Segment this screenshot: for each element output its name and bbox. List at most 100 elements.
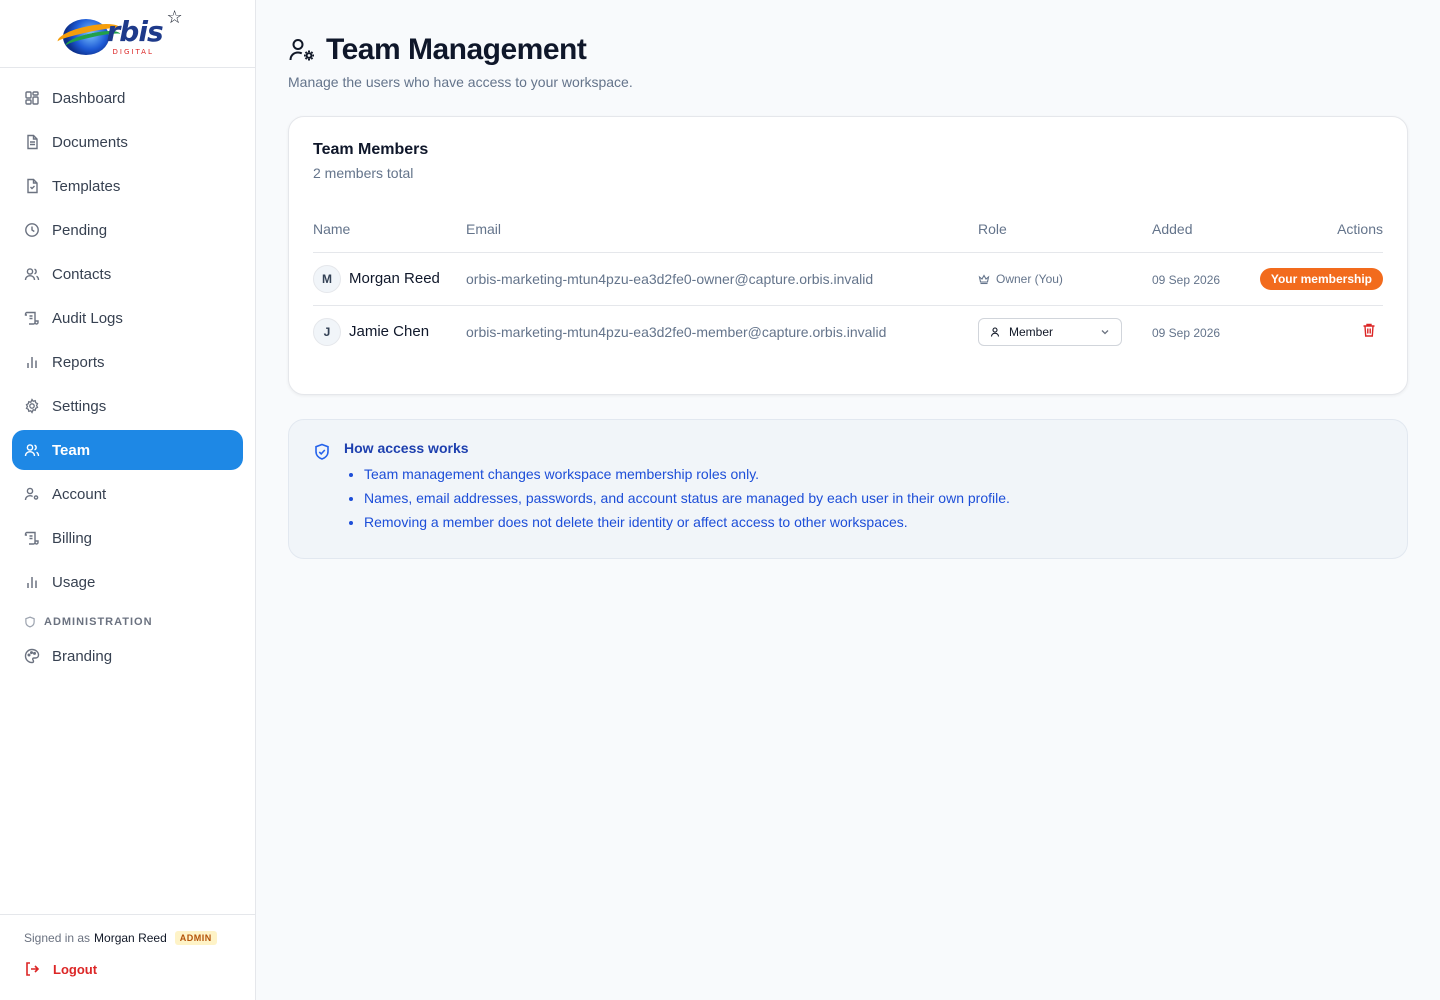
sidebar-item-label: Account <box>52 485 107 503</box>
logout-button[interactable]: Logout <box>24 961 231 977</box>
avatar: J <box>313 317 341 346</box>
signed-in-info: Signed in as Morgan Reed ADMIN <box>24 931 231 945</box>
sidebar-item-branding[interactable]: Branding <box>12 636 243 676</box>
card-title: Team Members <box>313 141 429 158</box>
sidebar-item-account[interactable]: Account <box>12 474 243 514</box>
member-name-cell: M Morgan Reed <box>313 264 466 293</box>
sidebar-item-usage[interactable]: Usage <box>12 562 243 602</box>
contacts-icon <box>24 266 40 282</box>
member-name-cell: J Jamie Chen <box>313 317 466 346</box>
sidebar-item-label: Contacts <box>52 265 112 283</box>
sidebar-item-pending[interactable]: Pending <box>12 210 243 250</box>
member-name: Morgan Reed <box>349 270 440 287</box>
scroll-icon <box>24 310 40 326</box>
orbis-logo[interactable]: rbis DIGITAL ☆ <box>55 7 193 57</box>
owner-role: Owner (You) <box>978 272 1152 286</box>
signed-in-prefix: Signed in as <box>24 931 91 945</box>
page-subtitle: Manage the users who have access to your… <box>288 74 633 90</box>
admin-section-label: ADMINISTRATION <box>44 616 153 628</box>
sidebar-item-contacts[interactable]: Contacts <box>12 254 243 294</box>
team-members-card: Team Members 2 members total Name Email … <box>288 116 1408 395</box>
main-content: Team Management Manage the users who hav… <box>288 32 1408 559</box>
sidebar-item-label: Billing <box>52 529 93 547</box>
signed-in-user: Morgan Reed <box>94 931 167 945</box>
palette-icon <box>24 648 40 664</box>
member-name: Jamie Chen <box>349 323 430 341</box>
sidebar-item-label: Branding <box>52 647 113 665</box>
sidebar-item-templates[interactable]: Templates <box>12 166 243 206</box>
member-email: orbis-marketing-mtun4pzu-ea3d2fe0-owner@… <box>466 270 874 287</box>
sidebar-item-label: Dashboard <box>52 89 126 107</box>
bar-chart-icon <box>24 574 40 590</box>
shield-icon <box>24 616 36 628</box>
avatar: M <box>313 264 341 293</box>
chevron-down-icon <box>1099 326 1111 338</box>
sidebar-item-label: Reports <box>52 353 105 371</box>
info-body: How access works Team management changes… <box>344 440 1010 534</box>
sidebar-item-label: Audit Logs <box>52 309 123 327</box>
member-added-date: 09 Sep 2026 <box>1152 325 1221 340</box>
trash-icon[interactable] <box>1361 322 1377 338</box>
brand-sub: DIGITAL <box>112 47 154 56</box>
page-header: Team Management <box>288 32 1408 68</box>
sidebar-item-reports[interactable]: Reports <box>12 342 243 382</box>
sidebar-item-team[interactable]: Team <box>12 430 243 470</box>
admin-section-header: ADMINISTRATION <box>12 616 243 628</box>
template-icon <box>24 178 40 194</box>
star-icon: ☆ <box>166 6 183 27</box>
page-title: Team Management <box>326 33 587 66</box>
sidebar-item-label: Team <box>52 441 91 459</box>
scroll-icon <box>24 530 40 546</box>
member-email: orbis-marketing-mtun4pzu-ea3d2fe0-member… <box>466 323 887 340</box>
column-header-name: Name <box>313 209 466 253</box>
logout-icon <box>24 961 40 977</box>
sidebar: rbis DIGITAL ☆ Dashboard Documents Templ… <box>0 0 256 1000</box>
document-icon <box>24 134 40 150</box>
column-header-actions: Actions <box>1252 209 1383 253</box>
column-header-email: Email <box>466 209 978 253</box>
sidebar-item-audit-logs[interactable]: Audit Logs <box>12 298 243 338</box>
list-item: Removing a member does not delete their … <box>364 510 1010 534</box>
shield-check-icon <box>313 443 331 461</box>
sidebar-item-label: Documents <box>52 133 128 151</box>
members-table: Name Email Role Added Actions M Morgan R… <box>313 209 1383 358</box>
sidebar-item-settings[interactable]: Settings <box>12 386 243 426</box>
user-gear-icon <box>288 36 316 64</box>
table-row: J Jamie Chen orbis-marketing-mtun4pzu-ea… <box>313 305 1383 358</box>
sidebar-item-billing[interactable]: Billing <box>12 518 243 558</box>
gear-icon <box>24 398 40 414</box>
sidebar-item-label: Usage <box>52 573 96 591</box>
sidebar-footer: Signed in as Morgan Reed ADMIN Logout <box>0 914 255 1000</box>
role-label: Owner (You) <box>996 271 1063 286</box>
column-header-role: Role <box>978 209 1152 253</box>
sidebar-item-label: Settings <box>52 397 107 415</box>
clock-icon <box>24 222 40 238</box>
sidebar-item-documents[interactable]: Documents <box>12 122 243 162</box>
info-list: Team management changes workspace member… <box>344 462 1010 534</box>
user-gear-icon <box>24 486 40 502</box>
users-icon <box>24 442 40 458</box>
member-added-date: 09 Sep 2026 <box>1152 272 1221 287</box>
logo-area: rbis DIGITAL ☆ <box>0 0 255 68</box>
table-row: M Morgan Reed orbis-marketing-mtun4pzu-e… <box>313 252 1383 306</box>
members-count: 2 members total <box>313 165 414 181</box>
info-title: How access works <box>344 440 469 456</box>
list-item: Team management changes workspace member… <box>364 462 1010 486</box>
sidebar-item-label: Templates <box>52 177 121 195</box>
your-membership-badge: Your membership <box>1259 267 1383 290</box>
crown-icon <box>978 273 990 285</box>
list-item: Names, email addresses, passwords, and a… <box>364 486 1010 510</box>
table-header-row: Name Email Role Added Actions <box>313 209 1383 253</box>
role-select-value: Member <box>1009 324 1054 339</box>
sidebar-nav: Dashboard Documents Templates Pending Co… <box>0 68 255 676</box>
role-badge: ADMIN <box>174 931 217 945</box>
sidebar-item-dashboard[interactable]: Dashboard <box>12 78 243 118</box>
brand-name: rbis <box>106 14 164 48</box>
role-select[interactable]: Member <box>978 317 1122 346</box>
dashboard-icon <box>24 90 40 106</box>
user-icon <box>989 326 1001 338</box>
bar-chart-icon <box>24 354 40 370</box>
logout-label: Logout <box>53 961 98 977</box>
sidebar-item-label: Pending <box>52 221 108 239</box>
access-info-panel: How access works Team management changes… <box>288 419 1408 559</box>
